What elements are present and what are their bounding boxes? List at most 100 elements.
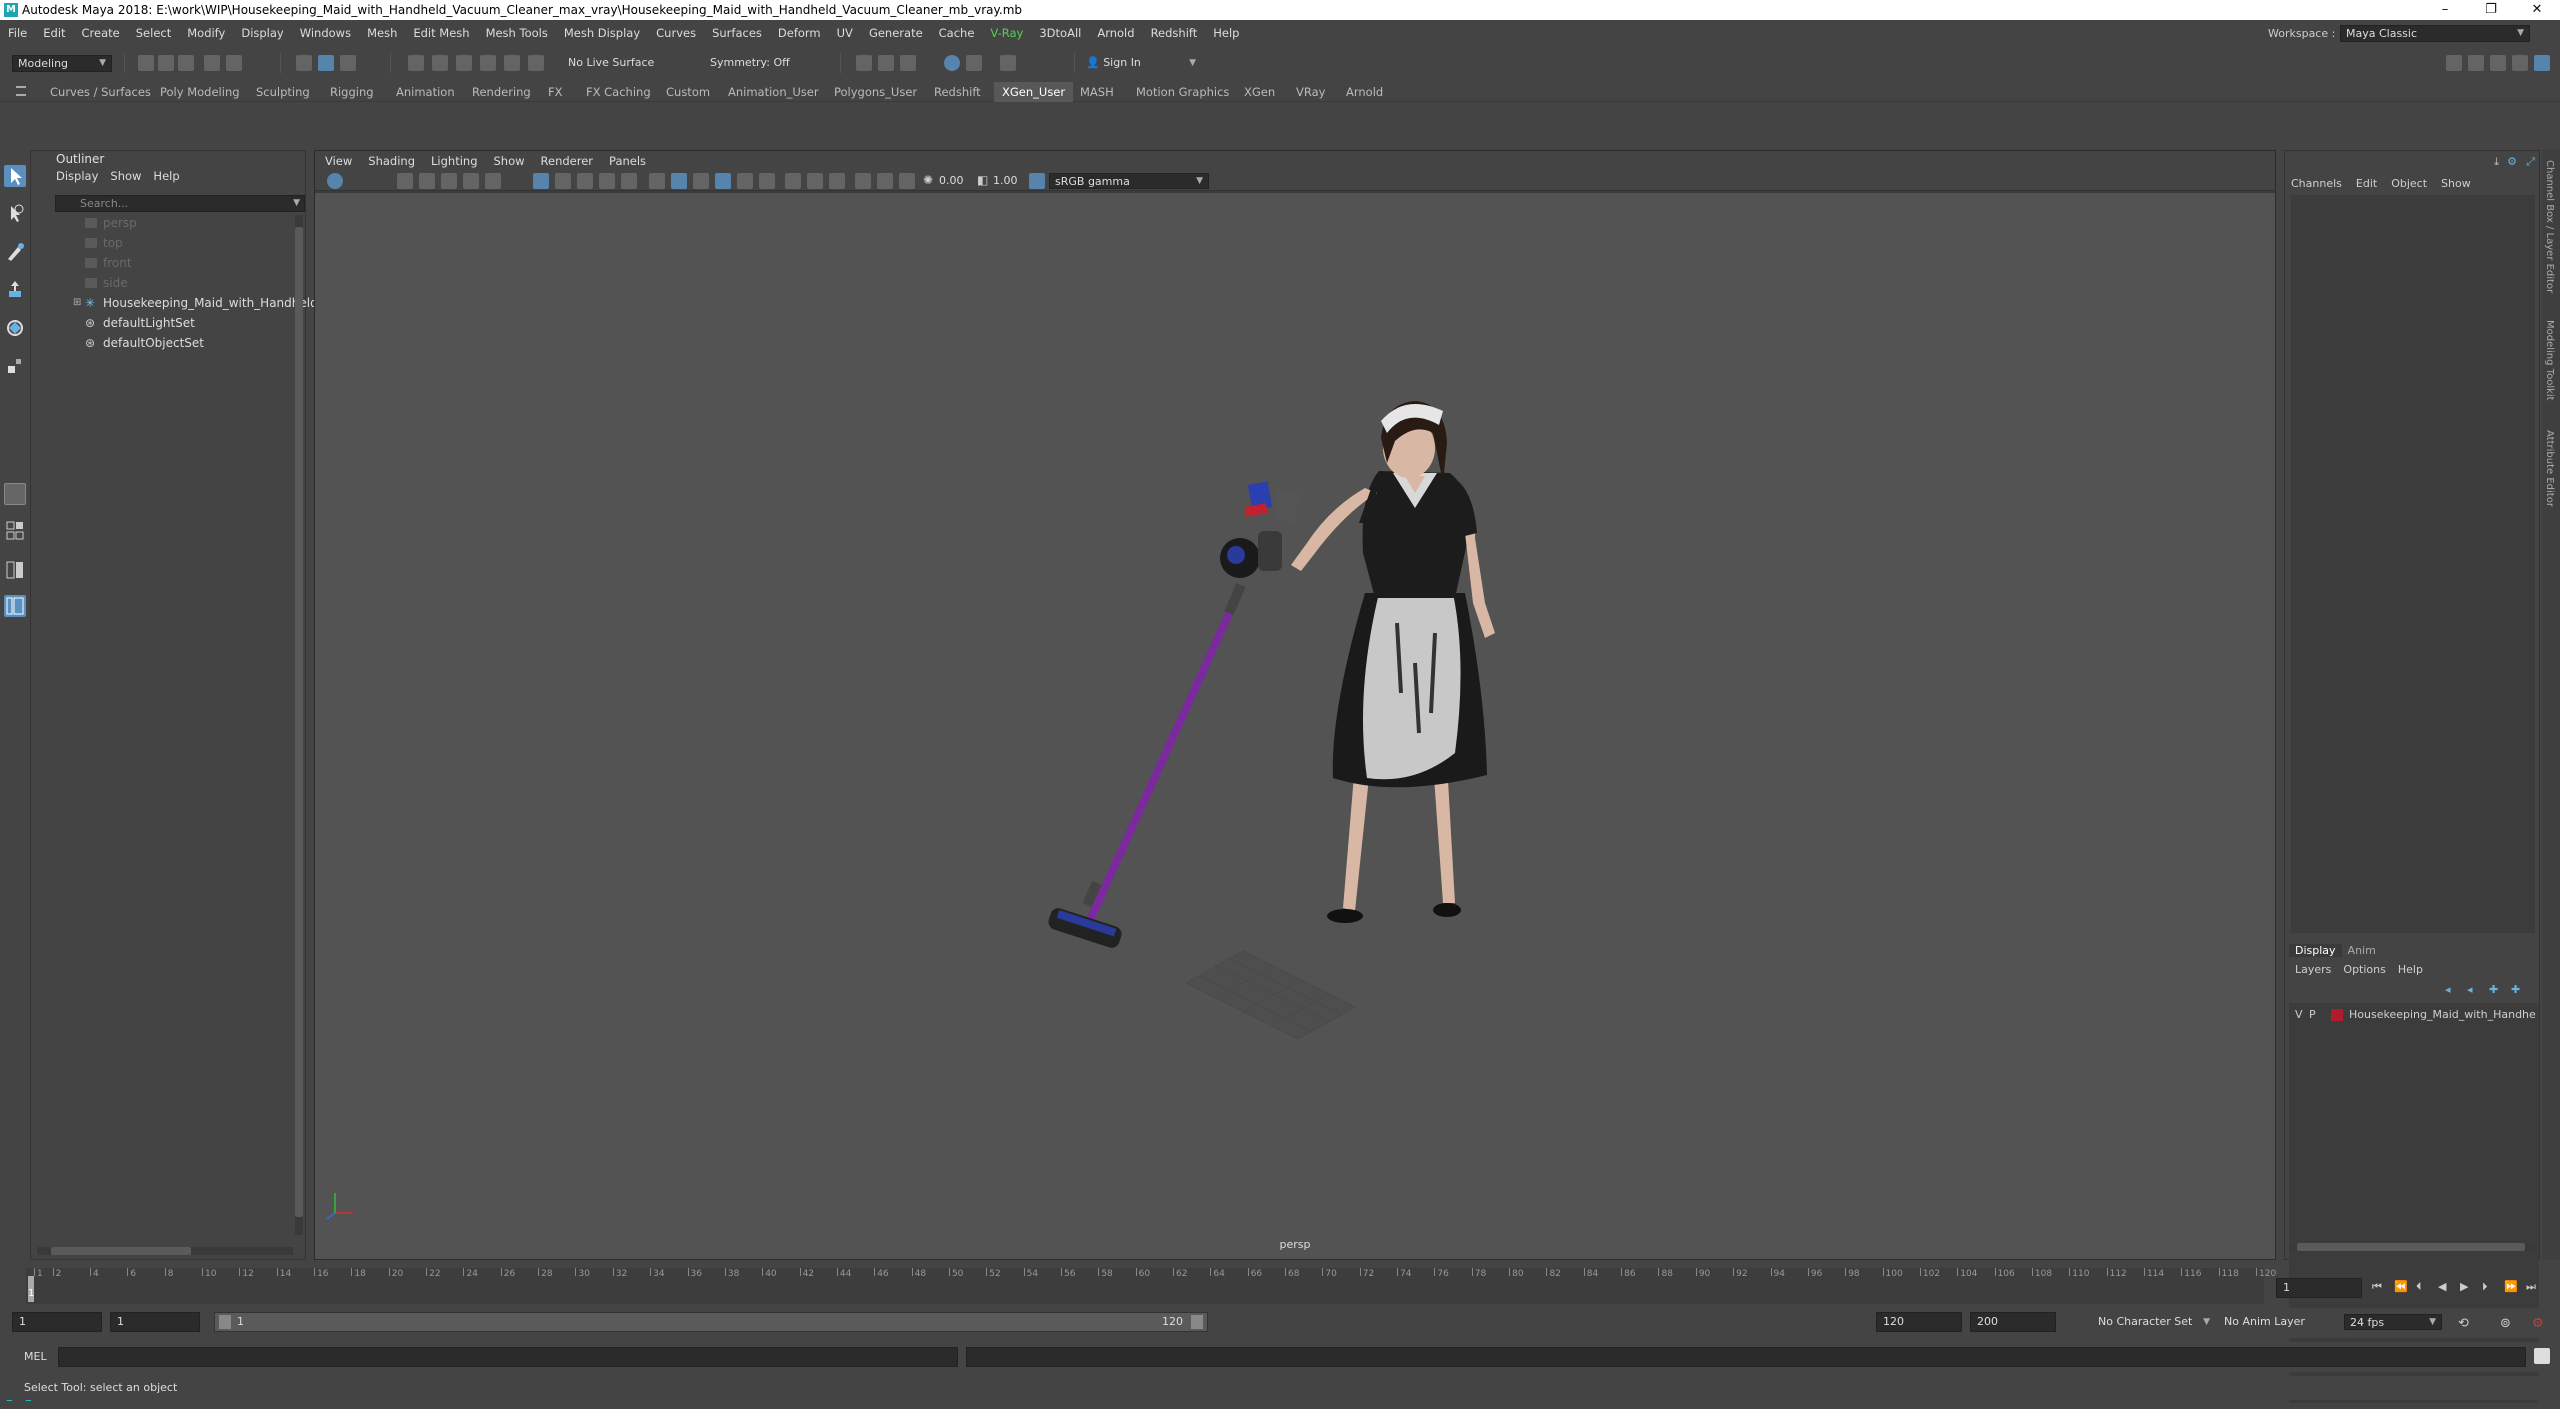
gamma-field[interactable]: 1.00 [993, 173, 1027, 189]
rotate-tool-icon[interactable] [4, 317, 26, 339]
menu-cache[interactable]: Cache [931, 22, 983, 44]
time-slider[interactable]: 1 2 4 6 8 10 12 14 16 18 20 22 24 26 28 30 32 34 36 38 40 42 4… [26, 1268, 2276, 1304]
outliner-item-persp[interactable]: persp [31, 213, 301, 233]
toggle-channel-box-icon[interactable] [2512, 55, 2528, 71]
menu-surfaces[interactable]: Surfaces [704, 22, 770, 44]
viewport-menu-panels[interactable]: Panels [609, 151, 646, 171]
motion-blur-icon[interactable] [829, 173, 845, 189]
toggle-attribute-editor-icon[interactable] [2468, 55, 2484, 71]
menu-edit-mesh[interactable]: Edit Mesh [405, 22, 477, 44]
paint-select-tool-icon[interactable] [4, 241, 26, 263]
command-input[interactable] [58, 1347, 958, 1367]
shadows-icon[interactable] [785, 173, 801, 189]
shelf-tab-xgen[interactable]: XGen [1236, 82, 1283, 102]
select-by-hierarchy-icon[interactable] [296, 55, 312, 71]
side-tab-channel-box[interactable]: Channel Box / Layer Editor [2544, 160, 2555, 293]
anim-layer-dropdown[interactable]: No Anim Layer [2224, 1312, 2334, 1332]
outliner-item-maid-group[interactable]: ⊞ ✳ Housekeeping_Maid_with_Handheld [31, 293, 318, 313]
menu-3dtoall[interactable]: 3DtoAll [1031, 22, 1089, 44]
loop-icon[interactable]: ⟲ [2458, 1316, 2469, 1331]
shelf-tab-redshift[interactable]: Redshift [926, 82, 989, 102]
step-back-key-icon[interactable]: ⏪ [2394, 1280, 2408, 1293]
menu-redshift[interactable]: Redshift [1143, 22, 1206, 44]
xray-joints-icon[interactable] [899, 173, 915, 189]
channel-menu-channels[interactable]: Channels [2291, 177, 2342, 190]
xray-icon[interactable] [877, 173, 893, 189]
animation-preferences-icon[interactable]: ⚙ [2532, 1316, 2544, 1331]
playback-start-field[interactable]: 1 [110, 1312, 200, 1332]
shelf-tab-motion-graphics[interactable]: Motion Graphics [1128, 82, 1237, 102]
expand-icon[interactable]: ⊞ [73, 293, 81, 313]
channel-menu-object[interactable]: Object [2391, 177, 2427, 190]
film-gate-icon[interactable] [555, 173, 571, 189]
move-layer-down-icon[interactable]: ◂ [2467, 983, 2473, 996]
close-button[interactable]: ✕ [2514, 0, 2560, 20]
shelf-tab-animation-user[interactable]: Animation_User [720, 82, 827, 102]
animation-start-field[interactable]: 1 [12, 1312, 102, 1332]
viewport-menu-lighting[interactable]: Lighting [431, 151, 477, 171]
menu-modify[interactable]: Modify [179, 22, 233, 44]
render-view-icon[interactable] [900, 55, 916, 71]
go-to-start-icon[interactable]: ⏮ [2372, 1280, 2382, 1294]
shelf-tab-polygons-user[interactable]: Polygons_User [826, 82, 925, 102]
view-transform-icon[interactable] [1029, 173, 1045, 189]
channel-box-pin-icon[interactable]: ⤓ [2494, 155, 2499, 169]
minimize-button[interactable]: – [2422, 0, 2468, 20]
outliner-item-default-object-set[interactable]: ⊛ defaultObjectSet [31, 333, 301, 353]
isolate-select-icon[interactable] [855, 173, 871, 189]
screen-space-ao-icon[interactable] [807, 173, 823, 189]
menu-help[interactable]: Help [1205, 22, 1247, 44]
shelf-tab-mash[interactable]: MASH [1072, 82, 1122, 102]
redo-icon[interactable] [226, 55, 242, 71]
shelf-tab-arnold[interactable]: Arnold [1338, 82, 1391, 102]
outliner-item-top[interactable]: top [31, 233, 301, 253]
snap-grid-icon[interactable] [408, 55, 424, 71]
fps-dropdown[interactable]: 24 fps ▼ [2344, 1314, 2442, 1330]
menu-arnold[interactable]: Arnold [1089, 22, 1142, 44]
default-material-icon[interactable] [693, 173, 709, 189]
layer-menu-help[interactable]: Help [2398, 963, 2423, 976]
move-tool-icon[interactable] [4, 279, 26, 301]
new-layer-from-selected-icon[interactable]: ✚ [2511, 983, 2520, 996]
shelf-tab-fx[interactable]: FX [540, 82, 571, 102]
layout-outliner-persp-icon[interactable] [4, 595, 26, 617]
range-end-handle[interactable] [1191, 1315, 1203, 1329]
shelf-tab-vray[interactable]: VRay [1288, 82, 1333, 102]
viewport-menu-renderer[interactable]: Renderer [541, 151, 594, 171]
menu-select[interactable]: Select [128, 22, 179, 44]
last-tool-icon[interactable] [4, 483, 26, 505]
shelf-tab-rendering[interactable]: Rendering [464, 82, 539, 102]
outliner-menu-help[interactable]: Help [153, 169, 179, 183]
play-forwards-icon[interactable]: ▶ [2460, 1280, 2468, 1293]
select-by-object-icon[interactable] [318, 55, 334, 71]
wireframe-on-shaded-icon[interactable] [715, 173, 731, 189]
ipr-render-icon[interactable] [944, 55, 960, 71]
render-frame-icon[interactable] [856, 55, 872, 71]
layer-visibility-toggle[interactable]: V [2295, 1005, 2303, 1025]
mode-dropdown[interactable]: Modeling ▼ [12, 55, 112, 72]
snap-view-plane-icon[interactable] [480, 55, 496, 71]
menu-create[interactable]: Create [74, 22, 128, 44]
shelf-tab-fx-caching[interactable]: FX Caching [578, 82, 659, 102]
gate-mask-icon[interactable] [599, 173, 615, 189]
smooth-shade-icon[interactable] [671, 173, 687, 189]
exposure-field[interactable]: 0.00 [939, 173, 973, 189]
menu-uv[interactable]: UV [829, 22, 861, 44]
live-surface-label[interactable]: No Live Surface [568, 55, 654, 71]
render-settings-icon[interactable] [966, 55, 982, 71]
menu-mesh[interactable]: Mesh [359, 22, 405, 44]
3d-scene-view[interactable]: persp [315, 193, 2275, 1259]
character-set-dropdown[interactable]: No Character Set ▼ [2090, 1312, 2210, 1332]
range-bar[interactable]: 1 120 [214, 1312, 1208, 1332]
side-tab-modeling-toolkit[interactable]: Modeling Toolkit [2544, 320, 2555, 401]
layout-single-icon[interactable] [4, 519, 26, 553]
outliner-search-input[interactable]: Search... ▼ [55, 195, 305, 212]
select-tool-icon[interactable] [4, 165, 26, 187]
side-tab-attribute-editor[interactable]: Attribute Editor [2544, 430, 2555, 507]
viewport-menu-show[interactable]: Show [494, 151, 525, 171]
workspace-dropdown[interactable]: Maya Classic ▼ [2340, 25, 2530, 42]
layer-menu-layers[interactable]: Layers [2295, 963, 2331, 976]
toggle-tool-settings-icon[interactable] [2490, 55, 2506, 71]
menu-mesh-tools[interactable]: Mesh Tools [478, 22, 556, 44]
layer-tab-anim[interactable]: Anim [2342, 944, 2382, 957]
